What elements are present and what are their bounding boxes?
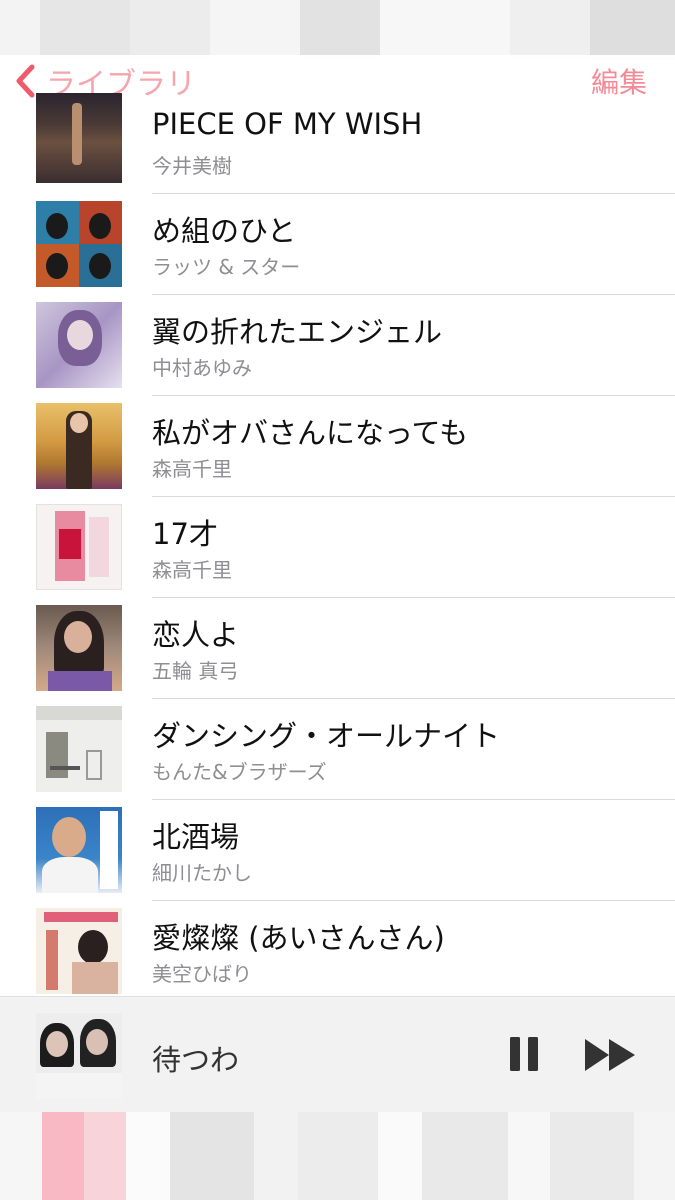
song-artist: 今井美樹 <box>152 154 232 178</box>
tab-bar-blurred <box>0 1112 675 1200</box>
song-artist: 五輪 真弓 <box>152 659 239 683</box>
song-title: 17才 <box>152 517 218 551</box>
song-title: 北酒場 <box>152 820 240 854</box>
album-art <box>36 302 122 388</box>
album-art <box>36 403 122 489</box>
song-row[interactable]: 恋人よ 五輪 真弓 <box>0 598 675 699</box>
song-artist: もんた&ブラザーズ <box>152 760 327 784</box>
album-art <box>36 807 122 893</box>
song-artist: ラッツ & スター <box>152 255 301 279</box>
song-title: 私がオバさんになっても <box>152 416 469 450</box>
song-list: PIECE OF MY WISH 今井美樹 め組のひと ラッツ & スター 翼の… <box>0 93 675 1002</box>
song-artist: 森高千里 <box>152 558 232 582</box>
song-row[interactable]: PIECE OF MY WISH 今井美樹 <box>0 93 675 194</box>
now-playing-title: 待つわ <box>152 1043 240 1077</box>
song-title: 愛燦燦 (あいさんさん) <box>152 921 445 955</box>
song-row[interactable]: 翼の折れたエンジェル 中村あゆみ <box>0 295 675 396</box>
song-title: 恋人よ <box>152 618 240 652</box>
song-row[interactable]: め組のひと ラッツ & スター <box>0 194 675 295</box>
song-artist: 中村あゆみ <box>152 356 252 380</box>
album-art <box>36 93 122 183</box>
album-art <box>36 201 122 287</box>
song-title: 翼の折れたエンジェル <box>152 315 443 349</box>
song-title: め組のひと <box>152 214 297 248</box>
now-playing-album-art <box>36 1013 122 1099</box>
album-art <box>36 605 122 691</box>
album-art <box>36 908 122 994</box>
status-bar-blurred <box>0 0 675 60</box>
song-row[interactable]: ダンシング・オールナイト もんた&ブラザーズ <box>0 699 675 800</box>
song-artist: 美空ひばり <box>152 962 252 986</box>
song-artist: 細川たかし <box>152 861 252 885</box>
song-row[interactable]: 17才 森高千里 <box>0 497 675 598</box>
song-title: PIECE OF MY WISH <box>152 107 423 141</box>
now-playing-bar[interactable]: 待つわ <box>0 996 675 1112</box>
song-artist: 森高千里 <box>152 457 232 481</box>
album-art <box>36 504 122 590</box>
song-row[interactable]: 私がオバさんになっても 森高千里 <box>0 396 675 497</box>
album-art <box>36 706 122 792</box>
fast-forward-icon[interactable] <box>583 1037 637 1073</box>
song-row[interactable]: 愛燦燦 (あいさんさん) 美空ひばり <box>0 901 675 1002</box>
pause-icon[interactable] <box>508 1035 540 1073</box>
song-row[interactable]: 北酒場 細川たかし <box>0 800 675 901</box>
song-title: ダンシング・オールナイト <box>152 719 501 753</box>
